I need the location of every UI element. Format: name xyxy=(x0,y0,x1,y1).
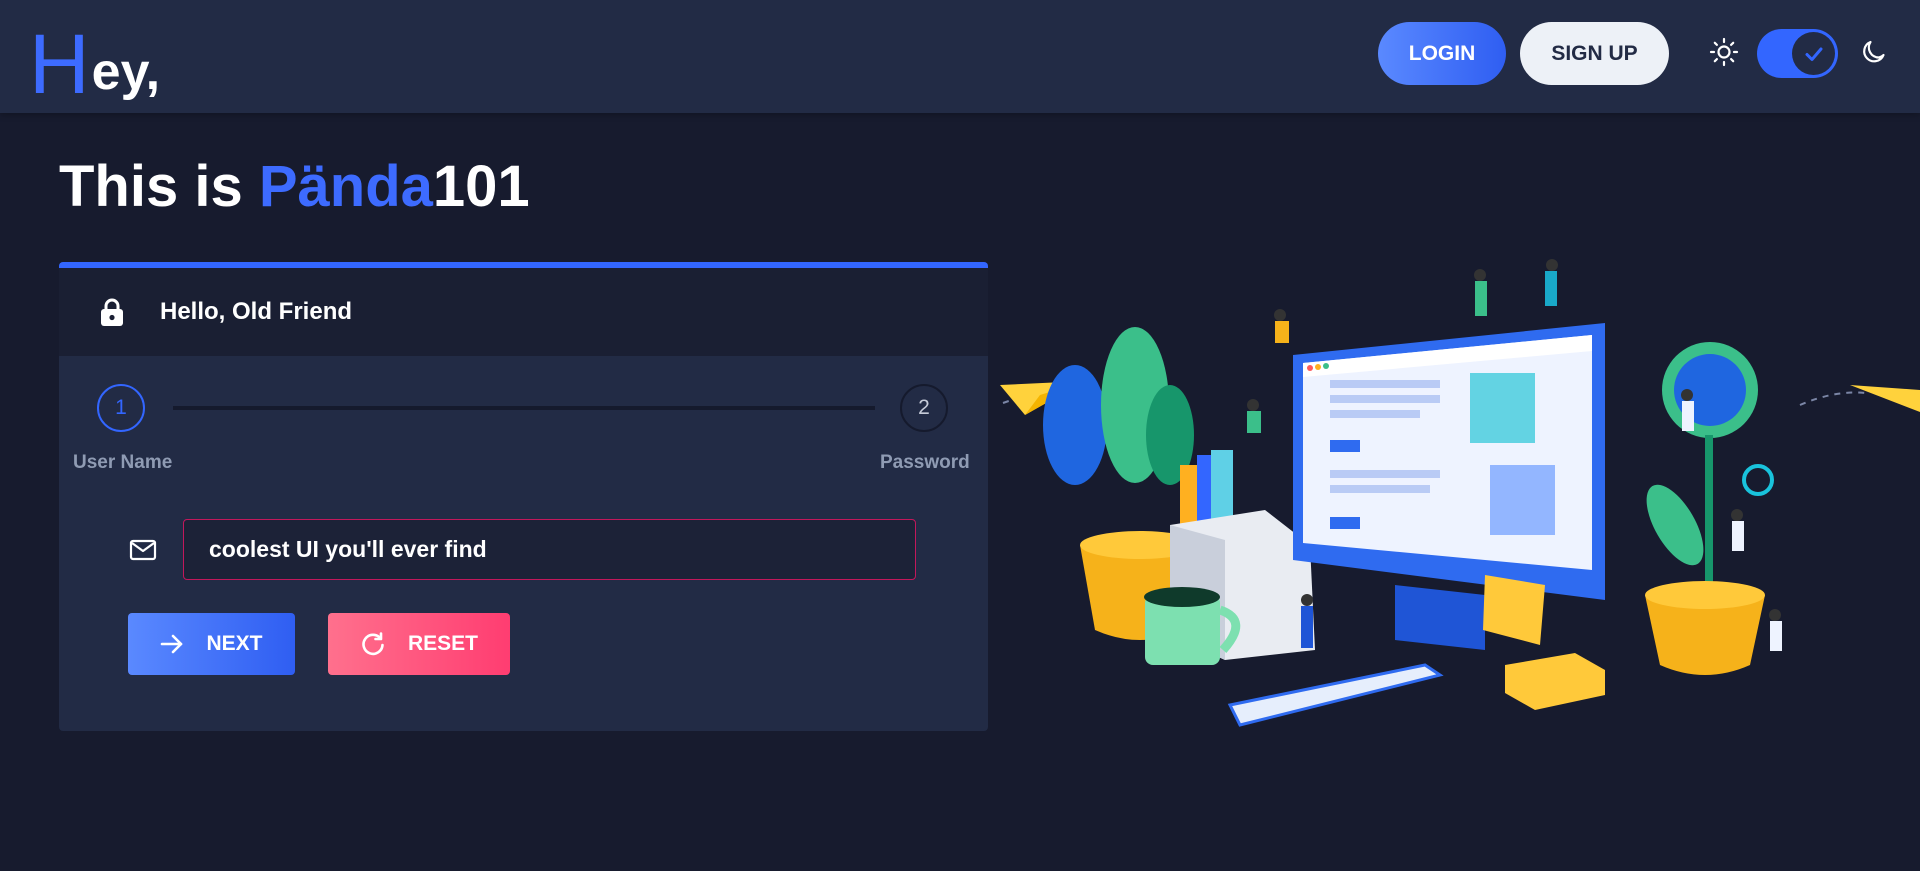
top-header: H ey, LOGIN SIGN UP xyxy=(0,0,1920,113)
plant-icon xyxy=(1645,342,1774,675)
step-1-indicator[interactable]: 1 xyxy=(97,384,145,432)
next-button[interactable]: NEXT xyxy=(128,613,295,675)
refresh-icon xyxy=(362,632,384,656)
title-suffix: 101 xyxy=(432,154,530,219)
sticky-note-icon xyxy=(1505,653,1605,710)
login-button[interactable]: LOGIN xyxy=(1378,22,1506,85)
step-2-indicator[interactable]: 2 xyxy=(900,384,948,432)
username-input[interactable] xyxy=(183,519,916,580)
title-prefix: This is xyxy=(59,154,259,219)
page-title: This is Pända101 xyxy=(59,152,530,222)
title-brand: Pända xyxy=(258,154,433,219)
step-connector xyxy=(173,406,875,410)
stepper: 1 2 User Name Password xyxy=(59,356,988,486)
logo-text: ey, xyxy=(91,43,161,101)
mail-icon xyxy=(129,539,157,561)
arrow-right-icon xyxy=(161,634,183,654)
toggle-knob xyxy=(1792,32,1835,75)
check-icon xyxy=(1805,47,1822,61)
card-title: Hello, Old Friend xyxy=(160,298,353,325)
step-1-label: User Name xyxy=(73,452,173,473)
logo-initial: H xyxy=(29,17,90,111)
sticky-note-icon xyxy=(1483,575,1545,645)
reset-button[interactable]: RESET xyxy=(328,613,510,675)
login-card: Hello, Old Friend 1 2 User Name Password… xyxy=(59,262,988,731)
lock-icon xyxy=(101,298,123,326)
moon-icon xyxy=(1863,40,1885,63)
card-header: Hello, Old Friend xyxy=(59,268,988,356)
logo[interactable]: H ey, xyxy=(29,6,160,106)
paper-plane-icon xyxy=(1799,385,1920,412)
signup-button[interactable]: SIGN UP xyxy=(1520,22,1669,85)
sun-icon xyxy=(1709,37,1739,67)
reset-label: RESET xyxy=(407,632,478,655)
workspace-illustration xyxy=(1000,259,1920,727)
theme-toggle[interactable] xyxy=(1757,29,1838,78)
step-2-label: Password xyxy=(880,452,970,473)
next-label: NEXT xyxy=(206,632,263,655)
